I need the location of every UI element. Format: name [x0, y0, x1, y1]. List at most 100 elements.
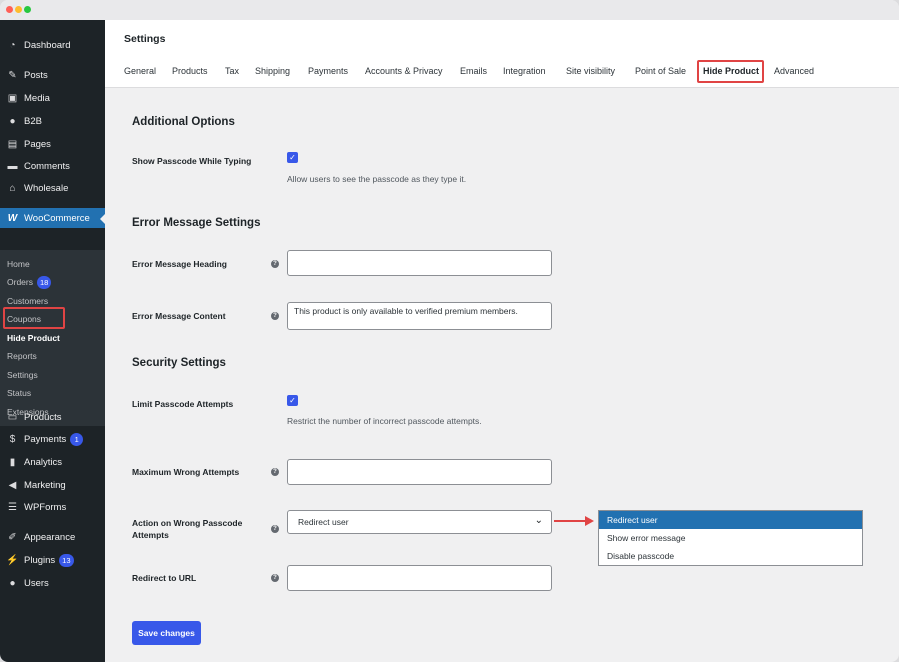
minimize-window-button[interactable] — [15, 6, 22, 13]
sidebar-item-analytics[interactable]: ▮ Analytics — [0, 452, 105, 472]
tab-emails[interactable]: Emails — [460, 66, 487, 76]
sidebar-item-products[interactable]: ▭ Products — [0, 407, 105, 427]
submenu-item-reports[interactable]: Reports — [7, 351, 37, 361]
page-icon: ▤ — [7, 138, 18, 150]
tab-general[interactable]: General — [124, 66, 156, 76]
sidebar-item-label: Pages — [24, 138, 51, 150]
brush-icon: ✐ — [8, 531, 17, 543]
submenu-item-customers[interactable]: Customers — [7, 296, 48, 306]
show-passcode-checkbox[interactable]: ✓ — [287, 152, 298, 163]
action-options-dropdown: Redirect user Show error message Disable… — [598, 510, 863, 566]
sidebar-item-posts[interactable]: ✎ Posts — [0, 65, 105, 85]
tab-site-visibility[interactable]: Site visibility — [566, 66, 615, 76]
sidebar-item-payments[interactable]: $ Payments 1 — [0, 429, 105, 449]
sidebar-item-label: Media — [24, 92, 50, 104]
comment-icon: ▬ — [7, 160, 18, 172]
error-message-heading-label: Error Message Heading — [132, 259, 227, 269]
sidebar-item-label: Plugins — [24, 554, 56, 566]
option-show-error-message[interactable]: Show error message — [599, 529, 862, 547]
store-icon: ⌂ — [9, 182, 16, 194]
help-icon[interactable]: ? — [271, 468, 279, 476]
orders-count-badge: 18 — [36, 276, 52, 289]
tab-point-of-sale[interactable]: Point of Sale — [635, 66, 686, 76]
sidebar-item-woocommerce[interactable]: W WooCommerce — [0, 208, 105, 228]
action-on-wrong-passcode-select[interactable]: Redirect user ⌄ — [287, 510, 552, 534]
help-icon[interactable]: ? — [271, 525, 279, 533]
error-message-heading-input[interactable] — [287, 250, 552, 276]
select-value: Redirect user — [298, 517, 349, 527]
redirect-to-url-label: Redirect to URL — [132, 573, 197, 583]
error-message-settings-heading: Error Message Settings — [132, 217, 261, 229]
hide-product-tab-highlight-box — [697, 60, 764, 83]
sidebar-item-wpforms[interactable]: ☰ WPForms — [0, 497, 105, 517]
admin-sidebar: ◔ Dashboard ✎ Posts ▣ Media ● B2B ▤ Pages ▬ Co… — [0, 20, 105, 662]
sidebar-item-comments[interactable]: ▬ Comments — [0, 156, 105, 176]
pin-icon: ✎ — [8, 69, 17, 81]
sidebar-item-label: Analytics — [24, 456, 63, 468]
sidebar-item-wholesale[interactable]: ⌂ Wholesale — [0, 178, 105, 198]
limit-passcode-attempts-checkbox[interactable]: ✓ — [287, 395, 298, 406]
payments-count-badge: 1 — [70, 432, 84, 446]
submenu-item-home[interactable]: Home — [7, 259, 30, 269]
submenu-item-label: Orders — [7, 277, 33, 287]
sidebar-item-label: WPForms — [24, 501, 67, 513]
group-icon: ● — [9, 115, 16, 127]
sidebar-item-label: B2B — [24, 115, 42, 127]
submenu-item-settings[interactable]: Settings — [7, 370, 38, 380]
sidebar-item-media[interactable]: ▣ Media — [0, 88, 105, 108]
browser-window: ◔ Dashboard ✎ Posts ▣ Media ● B2B ▤ Pages ▬ Co… — [0, 0, 899, 662]
help-icon[interactable]: ? — [271, 312, 279, 320]
help-icon[interactable]: ? — [271, 574, 279, 582]
submenu-item-status[interactable]: Status — [7, 388, 31, 398]
woo-icon: W — [7, 212, 18, 224]
sidebar-item-label: WooCommerce — [24, 212, 90, 224]
archive-icon: ▭ — [7, 411, 18, 423]
sidebar-item-b2b[interactable]: ● B2B — [0, 111, 105, 131]
sidebar-item-label: Dashboard — [24, 39, 71, 51]
maximum-wrong-attempts-label: Maximum Wrong Attempts — [132, 467, 240, 477]
sidebar-item-label: Appearance — [24, 531, 76, 543]
maximize-window-button[interactable] — [24, 6, 31, 13]
chevron-down-icon: ⌄ — [534, 515, 543, 526]
tab-accounts-privacy[interactable]: Accounts & Privacy — [365, 66, 443, 76]
save-changes-button[interactable]: Save changes — [132, 621, 201, 645]
page-title: Settings — [124, 33, 166, 45]
tab-products[interactable]: Products — [172, 66, 208, 76]
option-disable-passcode[interactable]: Disable passcode — [599, 547, 862, 565]
security-settings-heading: Security Settings — [132, 357, 226, 369]
tab-advanced[interactable]: Advanced — [774, 66, 814, 76]
sidebar-item-marketing[interactable]: ◀ Marketing — [0, 475, 105, 495]
tab-integration[interactable]: Integration — [503, 66, 546, 76]
annotation-arrow-icon — [554, 520, 586, 522]
redirect-to-url-input[interactable] — [287, 565, 552, 591]
annotation-arrow-head-icon — [585, 516, 594, 526]
submenu-item-orders[interactable]: Orders 18 — [7, 276, 52, 289]
sidebar-item-plugins[interactable]: ⚡ Plugins 13 — [0, 550, 105, 570]
tab-shipping[interactable]: Shipping — [255, 66, 290, 76]
show-passcode-label: Show Passcode While Typing — [132, 156, 252, 166]
sidebar-item-dashboard[interactable]: ◔ Dashboard — [0, 35, 105, 55]
user-icon: ● — [9, 577, 16, 589]
tab-payments[interactable]: Payments — [308, 66, 348, 76]
megaphone-icon: ◀ — [8, 479, 17, 491]
dollar-icon: $ — [9, 433, 16, 445]
option-redirect-user[interactable]: Redirect user — [599, 511, 862, 529]
error-message-content-textarea[interactable]: This product is only available to verifi… — [287, 302, 552, 330]
close-window-button[interactable] — [6, 6, 13, 13]
bar-chart-icon: ▮ — [9, 456, 16, 468]
submenu-item-hide-product[interactable]: Hide Product — [7, 333, 60, 343]
sidebar-item-pages[interactable]: ▤ Pages — [0, 134, 105, 154]
tab-tax[interactable]: Tax — [225, 66, 239, 76]
sidebar-item-appearance[interactable]: ✐ Appearance — [0, 527, 105, 547]
sidebar-item-users[interactable]: ● Users — [0, 573, 105, 593]
media-icon: ▣ — [7, 92, 18, 104]
maximum-wrong-attempts-input[interactable] — [287, 459, 552, 485]
limit-passcode-attempts-description: Restrict the number of incorrect passcod… — [287, 416, 482, 426]
window-titlebar — [0, 0, 899, 20]
action-on-wrong-passcode-label: Action on Wrong Passcode Attempts — [132, 518, 243, 540]
help-icon[interactable]: ? — [271, 260, 279, 268]
dashboard-icon: ◔ — [9, 39, 16, 51]
sidebar-item-label: Payments — [24, 433, 67, 445]
hide-product-highlight-box — [3, 307, 65, 329]
settings-header: Settings General Products Tax Shipping P… — [105, 20, 899, 88]
